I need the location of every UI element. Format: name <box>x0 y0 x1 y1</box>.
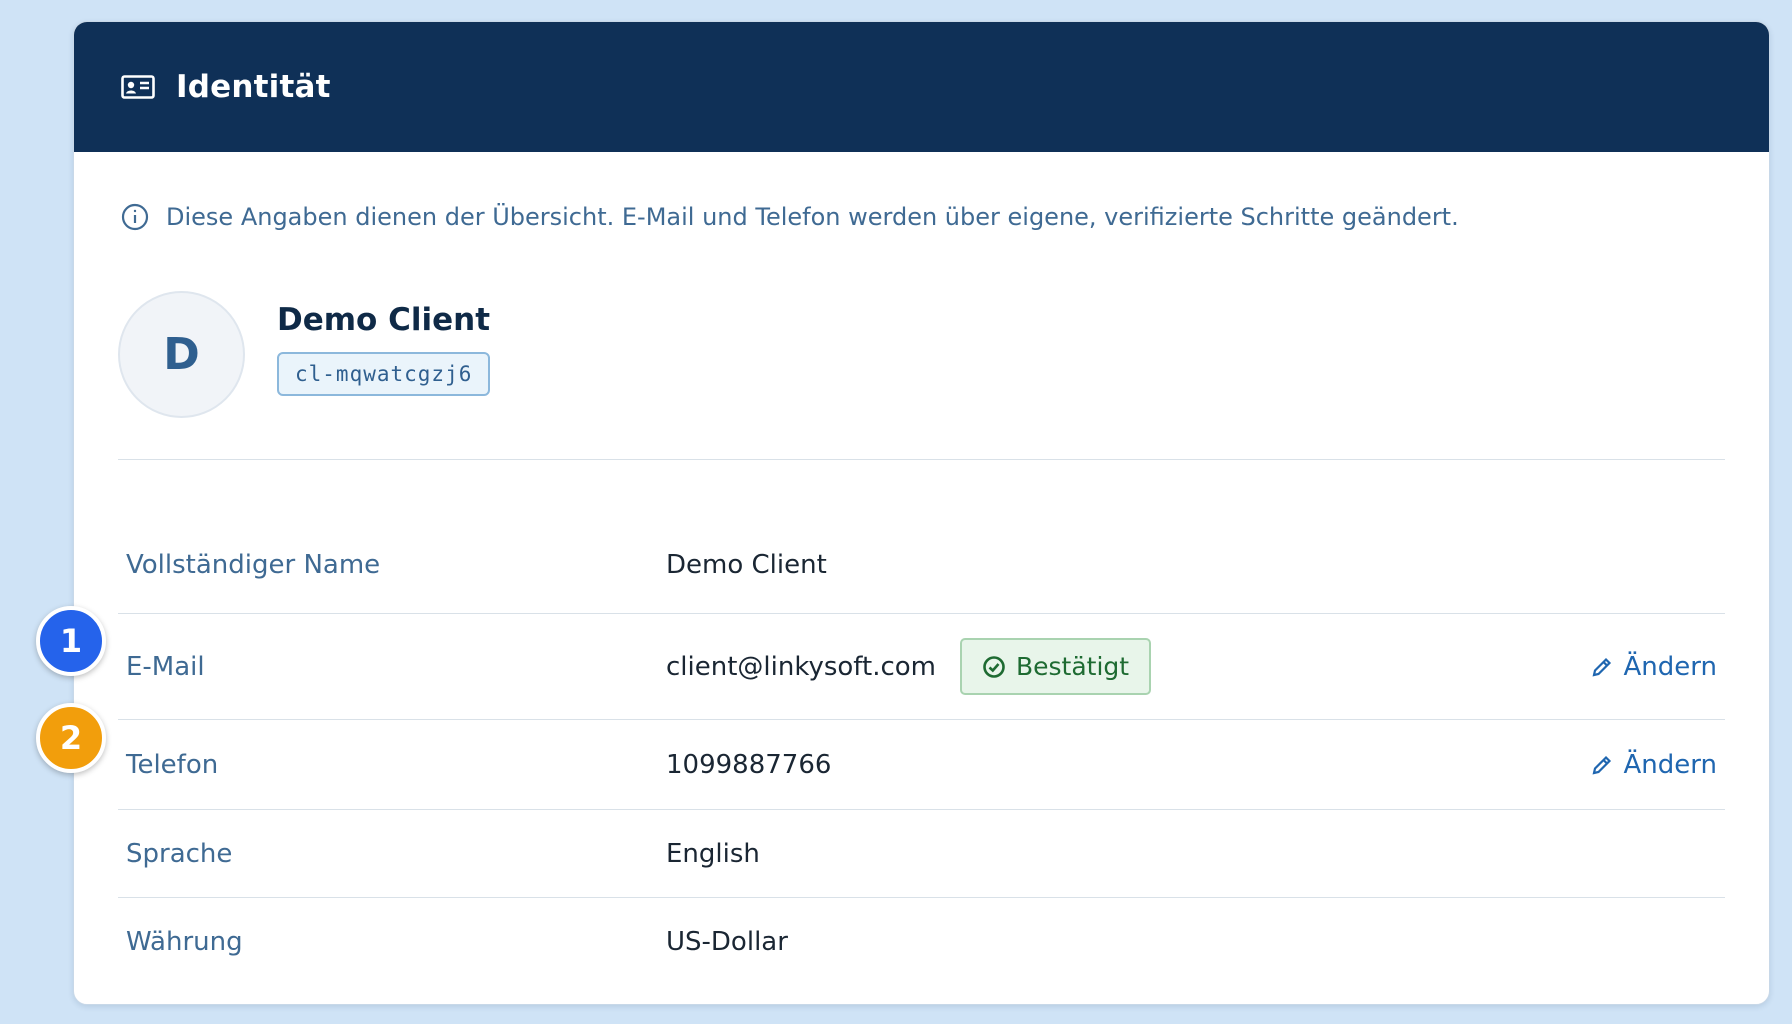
divider <box>118 459 1725 460</box>
avatar: D <box>118 291 245 418</box>
email-value-group: client@linkysoft.com Bestätigt <box>666 638 1152 695</box>
field-row-email: E-Mail client@linkysoft.com Bestätigt Än… <box>118 614 1725 720</box>
field-row-language: Sprache English <box>118 810 1725 898</box>
email-label: E-Mail <box>126 651 205 682</box>
email-value: client@linkysoft.com <box>666 651 936 682</box>
info-text: Diese Angaben dienen der Übersicht. E-Ma… <box>166 203 1459 231</box>
currency-value: US-Dollar <box>666 927 788 957</box>
language-value: English <box>666 838 760 869</box>
info-circle-icon <box>120 202 150 232</box>
phone-value: 1099887766 <box>666 749 832 780</box>
edit-phone-button[interactable]: Ändern <box>1590 750 1717 780</box>
step-marker-2: 2 <box>36 703 106 773</box>
profile-text: Demo Client cl-mqwatcgzj6 <box>277 302 491 396</box>
pencil-icon <box>1590 655 1614 679</box>
verified-badge-label: Bestätigt <box>1016 652 1130 681</box>
full-name-label: Vollständiger Name <box>126 549 381 580</box>
field-row-currency: Währung US-Dollar <box>118 898 1725 986</box>
edit-phone-label: Ändern <box>1623 749 1717 780</box>
pencil-icon <box>1590 753 1614 777</box>
profile-summary: D Demo Client cl-mqwatcgzj6 <box>118 291 491 418</box>
check-circle-icon <box>982 655 1006 679</box>
currency-label: Währung <box>126 927 243 957</box>
verified-badge: Bestätigt <box>960 638 1152 695</box>
card-header: Identität <box>74 22 1769 152</box>
id-card-icon <box>120 73 156 101</box>
full-name-value: Demo Client <box>666 549 827 580</box>
card-title: Identität <box>176 69 331 105</box>
profile-name: Demo Client <box>277 301 491 338</box>
identity-card: Identität Diese Angaben dienen der Übers… <box>73 21 1770 1005</box>
info-notice: Diese Angaben dienen der Übersicht. E-Ma… <box>120 202 1459 232</box>
field-row-phone: Telefon 1099887766 Ändern <box>118 720 1725 810</box>
edit-email-button[interactable]: Ändern <box>1590 652 1717 682</box>
language-label: Sprache <box>126 838 233 869</box>
field-row-full-name: Vollständiger Name Demo Client <box>118 516 1725 614</box>
identity-fields: Vollständiger Name Demo Client E-Mail cl… <box>118 516 1725 986</box>
edit-email-label: Ändern <box>1623 651 1717 682</box>
client-id-badge: cl-mqwatcgzj6 <box>277 351 491 396</box>
phone-label: Telefon <box>126 749 219 780</box>
step-marker-1: 1 <box>36 606 106 676</box>
